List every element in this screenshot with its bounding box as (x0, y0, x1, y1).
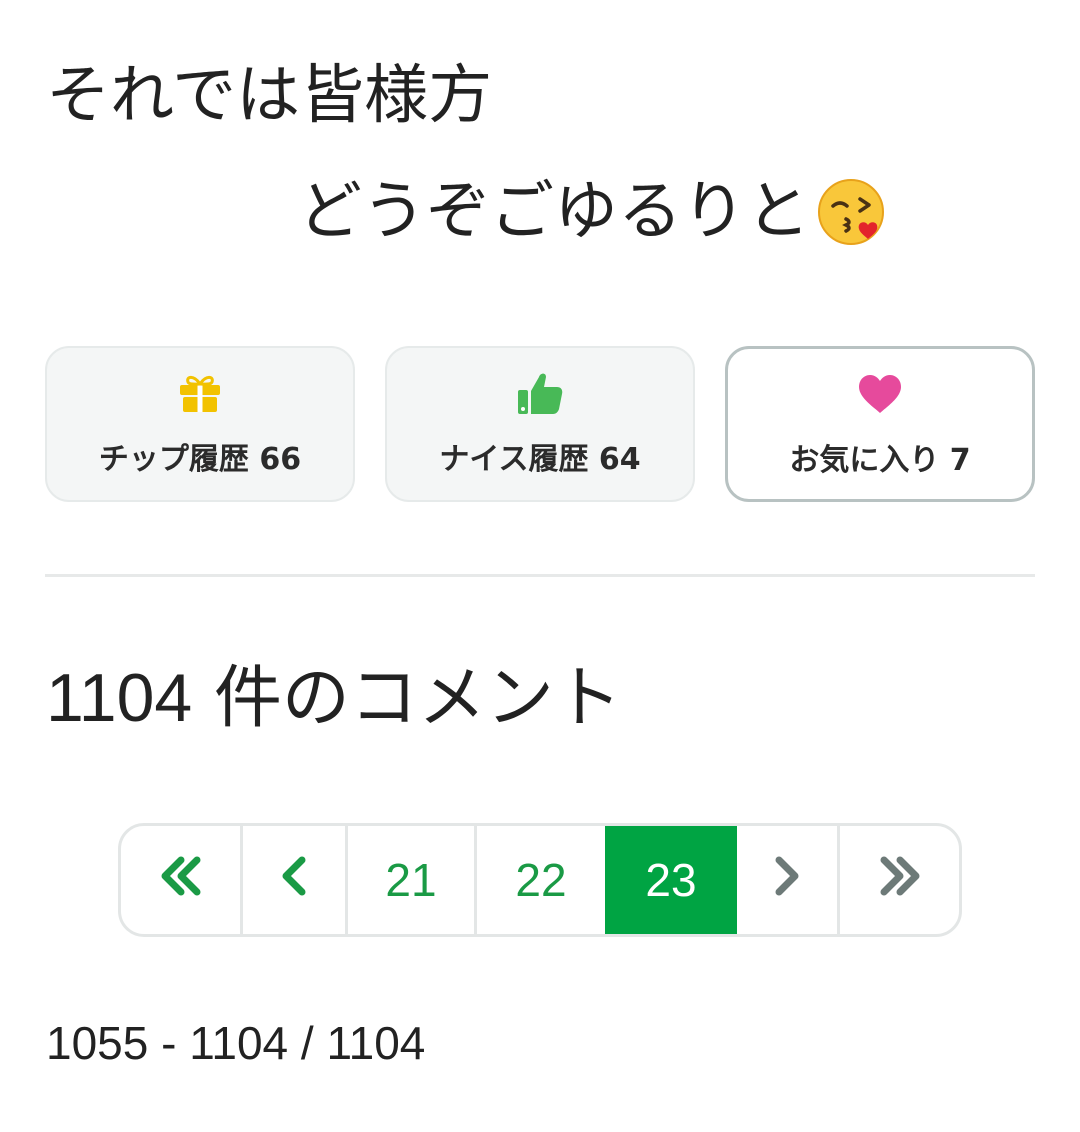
page: それでは皆様方 どうぞごゆるりと チップ履歴 66 ナイス履歴 64 お気に入り… (0, 0, 1080, 1132)
comments-title: 1104 件のコメント (46, 656, 622, 741)
gift-icon (177, 370, 223, 416)
comments-label: 件のコメント (213, 659, 622, 738)
prev-page-button[interactable] (243, 826, 348, 934)
pagination: 21 22 23 (118, 823, 962, 937)
nice-history-label: ナイス履歴 64 (439, 442, 641, 477)
kissing-face-with-heart-icon (816, 177, 886, 247)
message-line-2-text: どうぞごゆるりと (298, 175, 810, 249)
double-chevron-right-icon (876, 853, 924, 907)
heart-icon (857, 371, 903, 417)
chevron-right-icon (773, 853, 801, 907)
page-21-button[interactable]: 21 (348, 826, 477, 934)
action-buttons: チップ履歴 66 ナイス履歴 64 お気に入り 7 (45, 346, 1035, 502)
message-line-2: どうぞごゆるりと (298, 174, 886, 250)
comment-range: 1055 - 1104 / 1104 (46, 1017, 426, 1069)
chevron-left-icon (280, 853, 308, 907)
next-page-button[interactable] (737, 826, 840, 934)
first-page-button[interactable] (121, 826, 243, 934)
favorite-label: お気に入り 7 (789, 443, 971, 478)
comments-count: 1104 (46, 660, 193, 736)
message-line-1: それでは皆様方 (46, 59, 493, 133)
last-page-button[interactable] (840, 826, 959, 934)
current-page-button[interactable]: 23 (605, 826, 737, 934)
tip-history-label: チップ履歴 66 (98, 442, 302, 477)
double-chevron-left-icon (157, 853, 205, 907)
favorite-button[interactable]: お気に入り 7 (725, 346, 1035, 502)
divider (45, 574, 1035, 577)
page-22-button[interactable]: 22 (477, 826, 605, 934)
thumbs-up-icon (517, 370, 563, 416)
nice-history-button[interactable]: ナイス履歴 64 (385, 346, 695, 502)
tip-history-button[interactable]: チップ履歴 66 (45, 346, 355, 502)
